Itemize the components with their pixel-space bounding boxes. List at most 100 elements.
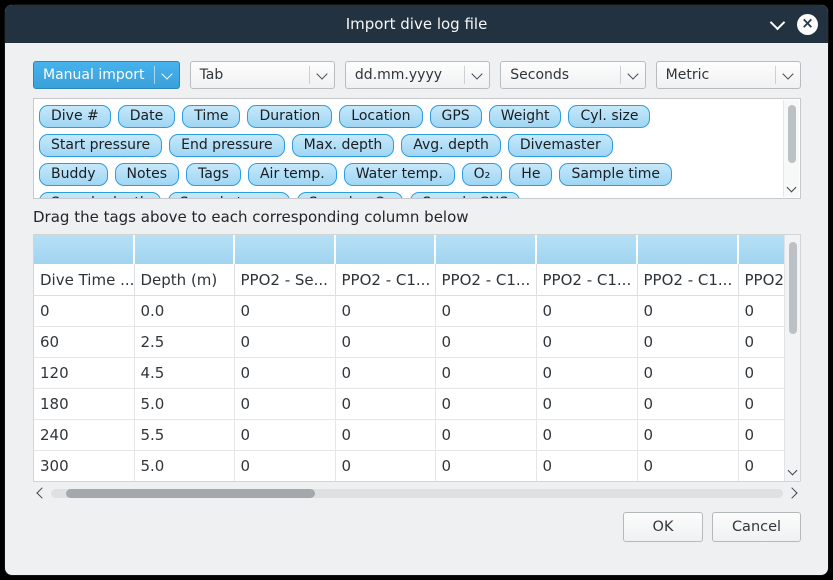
column-header: PPO2 - C1... <box>335 264 435 296</box>
drag-tag[interactable]: Air temp. <box>248 163 337 186</box>
titlebar[interactable]: Import dive log file × <box>5 5 828 43</box>
combo-label: Manual import <box>34 67 154 83</box>
column-header: PPO2 - C1... <box>637 264 738 296</box>
drag-tag[interactable]: Buddy <box>39 163 108 186</box>
duration-format-select[interactable]: Seconds <box>500 61 645 89</box>
table-row: 1204.5000000 <box>34 358 784 389</box>
drag-tag[interactable]: End pressure <box>169 134 285 157</box>
drop-target-cell[interactable] <box>34 235 134 264</box>
drag-tag[interactable]: Sample pO₂ <box>297 192 403 199</box>
combo-label: dd.mm.yyyy <box>346 67 464 83</box>
table-vertical-scrollbar[interactable] <box>784 235 800 481</box>
drag-tag[interactable]: Date <box>118 105 175 128</box>
scroll-down-icon[interactable] <box>788 466 798 476</box>
drop-target-cell[interactable] <box>435 235 536 264</box>
drag-tag[interactable]: Location <box>339 105 422 128</box>
table-cell: 0 <box>637 358 738 389</box>
table-cell: 5.5 <box>134 420 234 451</box>
drag-tag[interactable]: Sample temp. <box>168 192 290 199</box>
cancel-button[interactable]: Cancel <box>712 512 801 542</box>
drop-target-cell[interactable] <box>234 235 335 264</box>
table-cell: 0 <box>536 358 637 389</box>
scrollbar-handle[interactable] <box>788 105 796 163</box>
drag-tag[interactable]: Max. depth <box>292 134 395 157</box>
column-header: PPO2 - C1... <box>435 264 536 296</box>
drag-tag[interactable]: Dive # <box>39 105 111 128</box>
column-header: Depth (m) <box>134 264 234 296</box>
scrollbar-track[interactable] <box>51 489 783 498</box>
table-cell: 0 <box>738 389 784 420</box>
field-separator-select[interactable]: Tab <box>190 61 335 89</box>
table-cell: 0 <box>738 327 784 358</box>
table-cell: 180 <box>34 389 134 420</box>
dialog-buttons: OK Cancel <box>33 512 801 542</box>
drop-target-cell[interactable] <box>335 235 435 264</box>
drag-tag[interactable]: Divemaster <box>508 134 613 157</box>
table-horizontal-scrollbar[interactable] <box>33 486 801 500</box>
tag-panel-scrollbar[interactable] <box>783 100 799 197</box>
table-cell: 0 <box>335 296 435 327</box>
table-cell: 0 <box>435 451 536 482</box>
table-cell: 0 <box>738 451 784 482</box>
table-cell: 0 <box>435 358 536 389</box>
drag-tag[interactable]: Notes <box>115 163 179 186</box>
chevron-down-icon[interactable] <box>770 14 786 30</box>
chevron-down-icon <box>464 66 489 84</box>
scrollbar-handle[interactable] <box>789 242 797 334</box>
table-cell: 60 <box>34 327 134 358</box>
ok-button[interactable]: OK <box>623 512 703 542</box>
drag-tag[interactable]: GPS <box>430 105 482 128</box>
drag-tag[interactable]: Water temp. <box>344 163 455 186</box>
column-header: PPO2 - Se... <box>234 264 335 296</box>
drop-target-cell[interactable] <box>637 235 738 264</box>
scrollbar-handle[interactable] <box>66 489 315 498</box>
drop-target-cell[interactable] <box>134 235 234 264</box>
drag-tag[interactable]: Sample depth <box>39 192 161 199</box>
table-cell: 300 <box>34 451 134 482</box>
table-cell: 0 <box>335 420 435 451</box>
preview-table-area: Dive Time ...Depth (m)PPO2 - Se...PPO2 -… <box>33 234 801 482</box>
drop-target-cell[interactable] <box>738 235 784 264</box>
scroll-left-icon[interactable] <box>36 487 47 498</box>
table-cell: 0 <box>234 420 335 451</box>
table-cell: 0 <box>637 451 738 482</box>
drag-tag[interactable]: Weight <box>489 105 562 128</box>
drag-tag[interactable]: Start pressure <box>39 134 162 157</box>
date-format-select[interactable]: dd.mm.yyyy <box>345 61 490 89</box>
instruction-text: Drag the tags above to each correspondin… <box>33 208 801 226</box>
drag-tag[interactable]: Tags <box>186 163 241 186</box>
drop-target-row <box>34 235 784 264</box>
import-mode-select[interactable]: Manual import <box>33 61 180 89</box>
drag-tag[interactable]: O₂ <box>462 163 503 186</box>
tag-panel: Dive # Date Time Duration Location GPS Weight C… <box>33 98 801 199</box>
chevron-down-icon <box>154 66 179 84</box>
drag-tag[interactable]: Avg. depth <box>401 134 501 157</box>
drag-tag[interactable]: Duration <box>247 105 332 128</box>
tag-row: Dive # Date Time Duration Location GPS Weight C… <box>39 105 776 128</box>
table-cell: 0 <box>435 420 536 451</box>
drag-tag[interactable]: Sample CNS <box>410 192 520 199</box>
tag-rows: Dive # Date Time Duration Location GPS Weight C… <box>39 105 776 199</box>
drag-tag[interactable]: Time <box>182 105 240 128</box>
table-cell: 0 <box>435 327 536 358</box>
drag-tag[interactable]: Sample time <box>559 163 672 186</box>
table-row: 2405.5000000 <box>34 420 784 451</box>
titlebar-controls: × <box>772 5 818 43</box>
drop-target-cell[interactable] <box>536 235 637 264</box>
window-title: Import dive log file <box>346 15 488 33</box>
table-cell: 0 <box>234 451 335 482</box>
header-row: Dive Time ...Depth (m)PPO2 - Se...PPO2 -… <box>34 264 784 296</box>
drag-tag[interactable]: He <box>509 163 552 186</box>
table-cell: 0 <box>335 451 435 482</box>
table-cell: 5.0 <box>134 451 234 482</box>
drag-tag[interactable]: Cyl. size <box>568 105 650 128</box>
scroll-right-icon[interactable] <box>786 487 797 498</box>
scroll-down-icon[interactable] <box>787 183 797 193</box>
close-button[interactable]: × <box>797 14 818 35</box>
tag-row: Buddy Notes Tags Air temp. Water temp. O₂ He Sa… <box>39 163 776 186</box>
table-cell: 0.0 <box>134 296 234 327</box>
table-cell: 0 <box>536 389 637 420</box>
table-row: 3005.0000000 <box>34 451 784 482</box>
units-select[interactable]: Metric <box>656 61 801 89</box>
table-row: 1805.0000000 <box>34 389 784 420</box>
